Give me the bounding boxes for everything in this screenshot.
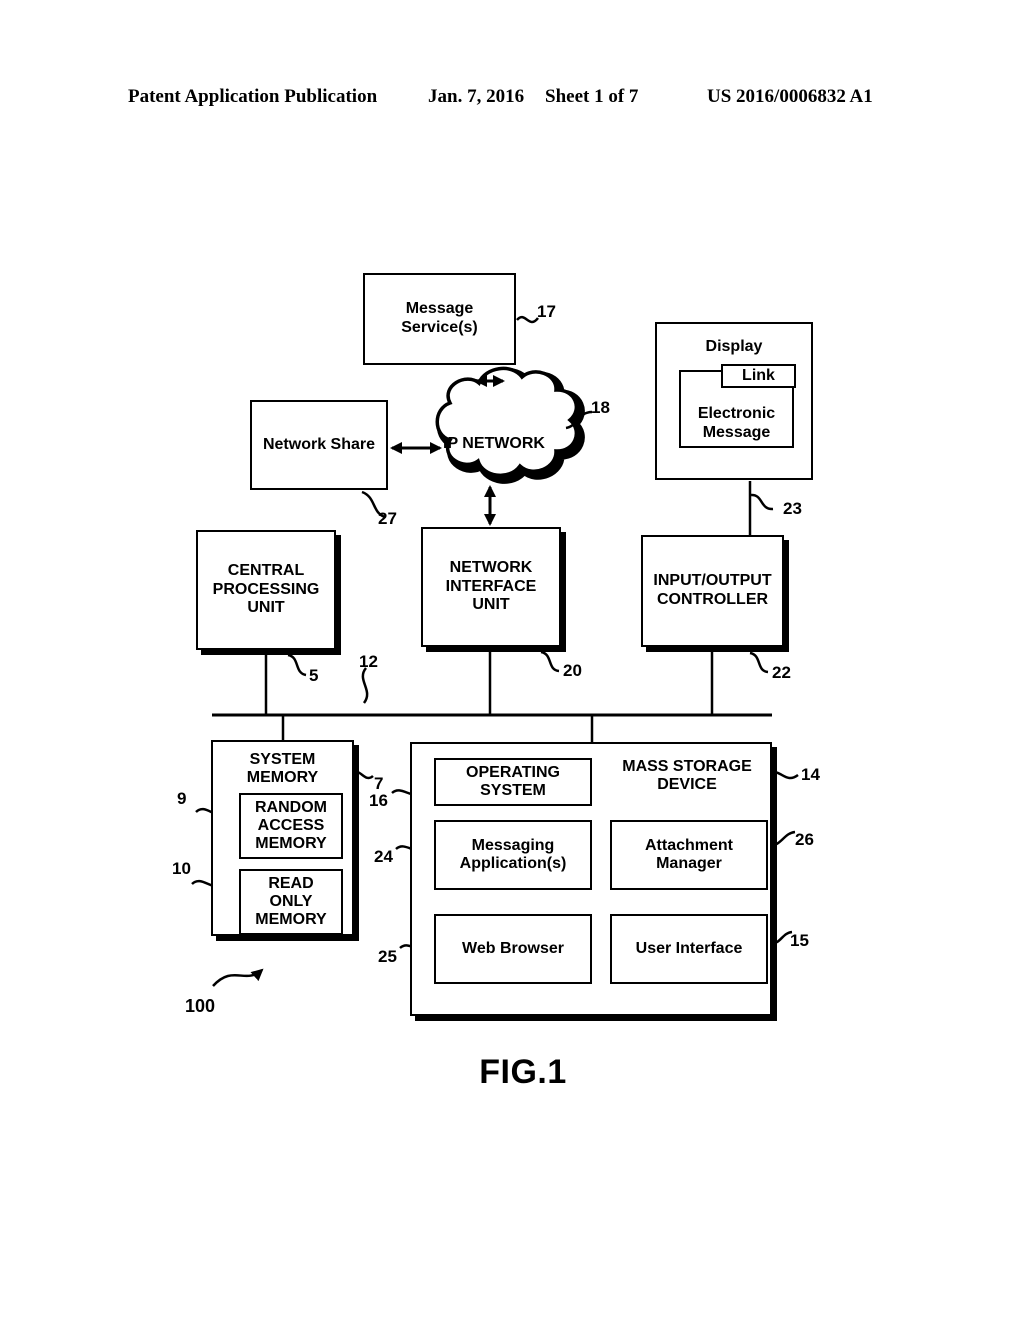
leader-5 <box>287 653 307 677</box>
node-system-memory-label: SYSTEM MEMORY <box>246 751 319 787</box>
reference-numeral-12: 12 <box>359 652 378 671</box>
publication-title: Patent Application Publication <box>128 86 378 107</box>
publication-date: Jan. 7, 2016 <box>428 86 525 107</box>
node-network-share[interactable]: Network Share <box>250 400 388 490</box>
leader-23 <box>750 493 774 511</box>
node-read-only-memory[interactable]: READ ONLY MEMORY <box>239 869 343 935</box>
node-random-access-memory[interactable]: RANDOM ACCESS MEMORY <box>239 793 343 859</box>
leader-14 <box>769 770 799 780</box>
node-network-share-label: Network Share <box>262 435 376 453</box>
node-web-browser[interactable]: Web Browser <box>434 914 592 984</box>
reference-numeral-25: 25 <box>378 947 397 966</box>
node-central-processing-unit[interactable]: CENTRAL PROCESSING UNIT <box>196 530 336 650</box>
node-messaging-applications[interactable]: Messaging Application(s) <box>434 820 592 890</box>
node-input-output-controller-label: INPUT/OUTPUT CONTROLLER <box>653 572 772 608</box>
node-attachment-manager-label: Attachment Manager <box>644 836 733 872</box>
reference-numeral-27: 27 <box>378 509 397 528</box>
diagram-connector-layer: cloud ===== --> cloud ===== --> Network … <box>191 315 799 987</box>
node-read-only-memory-label: READ ONLY MEMORY <box>255 875 327 928</box>
node-central-processing-unit-label: CENTRAL PROCESSING UNIT <box>212 561 320 617</box>
reference-numeral-16: 16 <box>369 791 388 810</box>
node-link[interactable]: Link <box>721 364 796 388</box>
leader-15 <box>769 930 793 946</box>
reference-numeral-20: 20 <box>563 661 582 680</box>
reference-numeral-26: 26 <box>795 830 814 849</box>
reference-numeral-18: 18 <box>591 398 610 417</box>
page-header: Patent Application Publication Jan. 7, 2… <box>0 86 1024 116</box>
figure-caption: FIG.1 <box>0 1053 1024 1092</box>
leader-22 <box>749 651 769 674</box>
node-random-access-memory-label: RANDOM ACCESS MEMORY <box>255 799 327 852</box>
node-attachment-manager[interactable]: Attachment Manager <box>610 820 768 890</box>
reference-numeral-15: 15 <box>790 931 809 950</box>
node-user-interface[interactable]: User Interface <box>610 914 768 984</box>
node-electronic-message-label: Electronic Message <box>697 405 776 441</box>
reference-numeral-14: 14 <box>801 765 820 784</box>
node-message-service-label: Message Service(s) <box>401 300 478 336</box>
leader-18 <box>565 410 593 430</box>
node-messaging-applications-label: Messaging Application(s) <box>459 836 567 872</box>
ip-network-cloud-shape <box>435 366 585 484</box>
node-input-output-controller[interactable]: INPUT/OUTPUT CONTROLLER <box>641 535 784 647</box>
node-display[interactable]: Display Electronic Message Link <box>655 322 813 480</box>
leader-100-arrow <box>212 968 264 987</box>
reference-numeral-22: 22 <box>772 663 791 682</box>
leader-12 <box>361 667 369 704</box>
node-operating-system-label: OPERATING SYSTEM <box>466 763 560 799</box>
figure-caption-label: FIG.1 <box>479 1053 567 1091</box>
node-operating-system[interactable]: OPERATING SYSTEM <box>434 758 592 806</box>
leader-17 <box>516 315 539 324</box>
reference-numeral-17: 17 <box>537 302 556 321</box>
reference-numeral-100: 100 <box>185 996 216 1016</box>
node-display-label: Display <box>705 338 763 355</box>
reference-numeral-23: 23 <box>783 499 802 518</box>
reference-numeral-9: 9 <box>177 789 187 808</box>
reference-numeral-10: 10 <box>172 859 191 878</box>
leader-26 <box>769 830 796 848</box>
node-system-memory[interactable]: SYSTEM MEMORY RANDOM ACCESS MEMORY READ … <box>211 740 354 936</box>
node-user-interface-label: User Interface <box>635 939 743 957</box>
node-mass-storage-device[interactable]: MASS STORAGE DEVICE OPERATING SYSTEM Mes… <box>410 742 772 1016</box>
node-link-label: Link <box>742 366 775 384</box>
reference-numeral-24: 24 <box>374 847 393 866</box>
node-network-interface-unit[interactable]: NETWORK INTERFACE UNIT <box>421 527 561 647</box>
node-message-service[interactable]: Message Service(s) <box>363 273 516 365</box>
leader-20 <box>540 650 560 673</box>
reference-numeral-5: 5 <box>309 666 319 685</box>
sheet-number: Sheet 1 of 7 <box>545 86 639 107</box>
patent-number: US 2016/0006832 A1 <box>707 86 873 107</box>
node-network-interface-unit-label: NETWORK INTERFACE UNIT <box>445 558 537 614</box>
node-ip-network-label: IP NETWORK <box>443 435 545 452</box>
node-mass-storage-device-label: MASS STORAGE DEVICE <box>622 758 752 794</box>
node-web-browser-label: Web Browser <box>462 939 564 957</box>
